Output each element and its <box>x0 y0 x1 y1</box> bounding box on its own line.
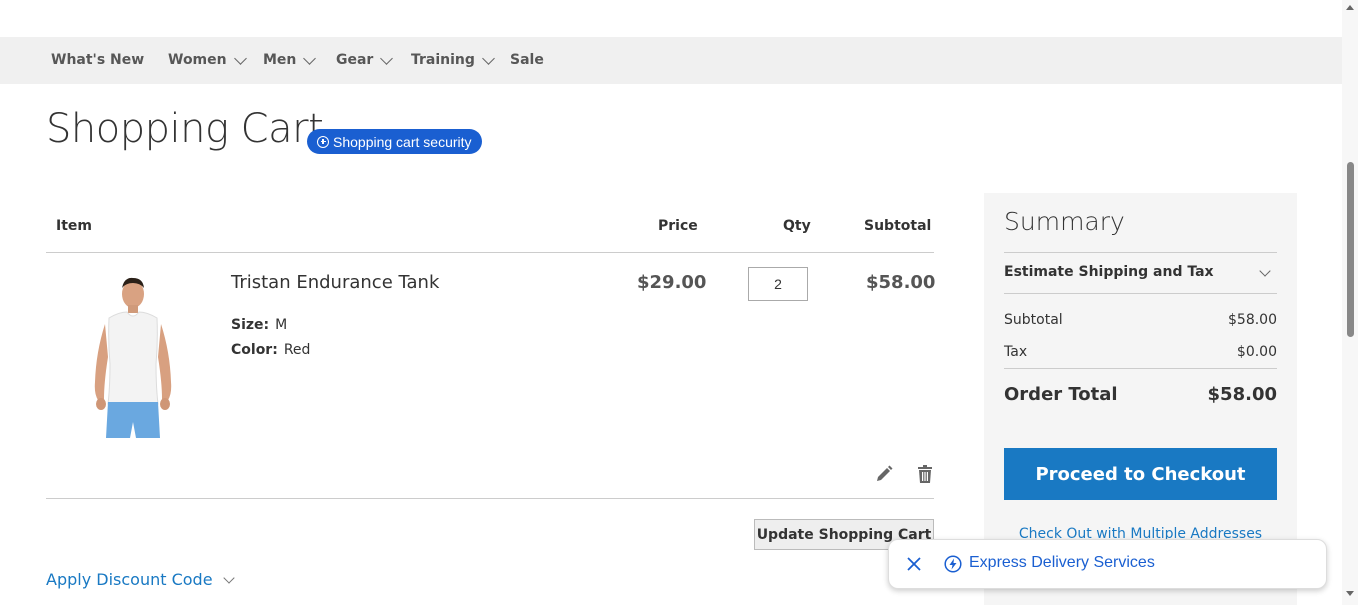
shopping-cart-security-badge[interactable]: Shopping cart security <box>307 129 482 154</box>
nav-item-women[interactable]: Women <box>168 37 247 84</box>
product-option-size: Size: M <box>231 317 287 333</box>
nav-item-label: Gear <box>336 52 374 68</box>
express-delivery-label[interactable]: Express Delivery Services <box>969 554 1155 572</box>
apply-discount-code-toggle[interactable]: Apply Discount Code <box>46 570 235 589</box>
scroll-down-arrow-icon[interactable] <box>1346 591 1354 596</box>
summary-divider <box>1004 293 1277 294</box>
bolt-icon <box>944 555 962 573</box>
tax-value: $0.00 <box>1236 344 1277 360</box>
subtotal-value: $58.00 <box>1228 312 1277 328</box>
express-delivery-popup: Express Delivery Services <box>888 539 1327 589</box>
summary-divider <box>1004 368 1277 369</box>
chevron-down-icon <box>380 52 394 65</box>
order-total-label: Order Total <box>1004 384 1118 405</box>
summary-title: Summary <box>1004 207 1125 236</box>
column-header-subtotal: Subtotal <box>864 218 932 234</box>
estimate-shipping-toggle[interactable]: Estimate Shipping and Tax <box>1004 264 1214 280</box>
scroll-thumb[interactable] <box>1347 162 1354 337</box>
scroll-up-arrow-icon[interactable] <box>1346 5 1354 10</box>
option-value: M <box>275 317 288 333</box>
subtotal-label: Subtotal <box>1004 312 1063 328</box>
option-label: Color: <box>231 342 278 358</box>
table-divider <box>46 498 934 499</box>
chevron-down-icon[interactable] <box>1259 265 1271 277</box>
nav-item-sale[interactable]: Sale <box>510 37 544 84</box>
column-header-qty: Qty <box>783 218 811 234</box>
item-price: $29.00 <box>637 272 707 293</box>
column-header-price: Price <box>658 218 698 234</box>
proceed-to-checkout-button[interactable]: Proceed to Checkout <box>1004 448 1277 500</box>
option-value: Red <box>283 342 311 358</box>
nav-item-label: Men <box>263 52 297 68</box>
page-scrollbar[interactable] <box>1342 0 1358 605</box>
pencil-icon[interactable] <box>874 464 894 484</box>
nav-item-label: What's New <box>51 52 145 68</box>
tax-label: Tax <box>1004 344 1028 360</box>
item-subtotal: $58.00 <box>866 272 936 293</box>
chevron-down-icon <box>303 52 317 65</box>
chevron-down-icon <box>222 572 235 584</box>
table-divider <box>46 252 934 253</box>
nav-item-men[interactable]: Men <box>263 37 317 84</box>
order-total-value: $58.00 <box>1207 384 1277 405</box>
nav-item-label: Training <box>411 52 475 68</box>
product-name[interactable]: Tristan Endurance Tank <box>231 272 439 293</box>
qty-input[interactable] <box>748 267 808 301</box>
discount-link-label: Apply Discount Code <box>46 570 213 589</box>
plus-circle-icon <box>317 135 329 148</box>
nav-item-gear[interactable]: Gear <box>336 37 394 84</box>
column-header-item: Item <box>56 218 92 234</box>
security-badge-label: Shopping cart security <box>333 133 472 150</box>
chevron-down-icon <box>233 52 247 65</box>
close-icon[interactable] <box>906 556 922 572</box>
main-navigation: What's New Women Men Gear Training Sale <box>0 37 1342 84</box>
nav-item-label: Sale <box>510 52 544 68</box>
summary-divider <box>1004 252 1277 253</box>
product-option-color: Color: Red <box>231 342 310 358</box>
nav-item-whats-new[interactable]: What's New <box>51 37 144 84</box>
option-label: Size: <box>231 317 270 333</box>
chevron-down-icon <box>482 52 495 65</box>
trash-icon[interactable] <box>915 464 935 484</box>
page-title: Shopping Cart <box>46 106 324 152</box>
nav-item-training[interactable]: Training <box>411 37 495 84</box>
product-image[interactable] <box>86 272 178 438</box>
nav-item-label: Women <box>168 52 227 68</box>
